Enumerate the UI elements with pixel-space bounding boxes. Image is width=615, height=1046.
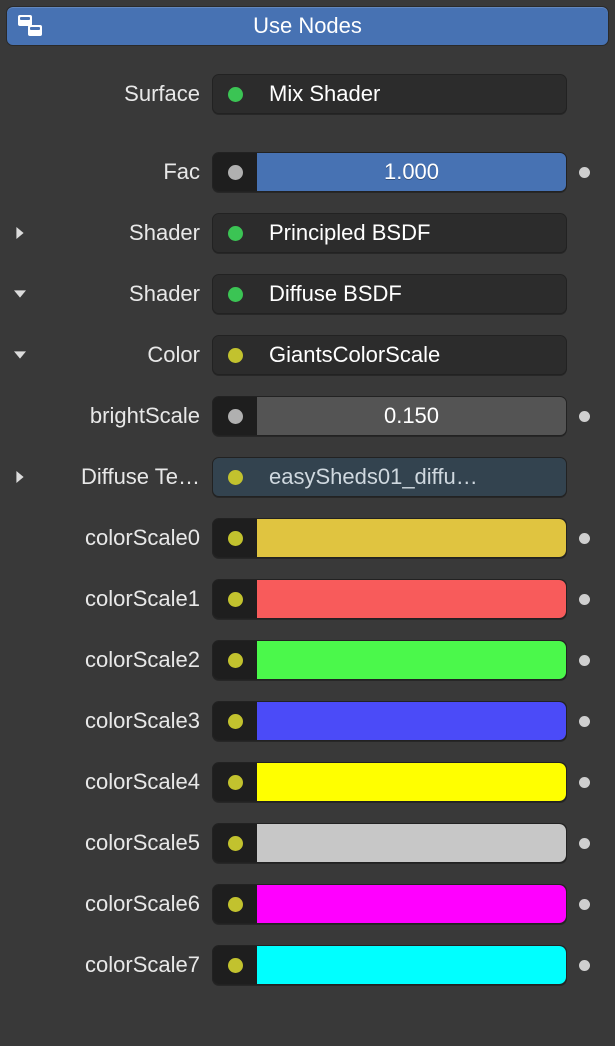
chevron-down-icon — [14, 288, 26, 300]
color-socket-icon — [228, 897, 243, 912]
colorscale3-label: colorScale3 — [48, 708, 212, 734]
color-label: Color — [48, 342, 212, 368]
colorscale3-swatch[interactable] — [212, 701, 567, 741]
expand-toggle[interactable] — [14, 288, 48, 300]
chevron-right-icon — [14, 227, 26, 239]
diffuse-tex-value: easySheds01_diffu… — [257, 458, 566, 496]
expand-toggle[interactable] — [14, 227, 48, 239]
color-swatch — [257, 702, 566, 740]
input-socket-icon[interactable] — [579, 533, 590, 544]
input-socket-icon[interactable] — [579, 960, 590, 971]
value-socket-icon — [228, 165, 243, 180]
color-value: GiantsColorScale — [257, 336, 566, 374]
diffuse-tex-node-button[interactable]: easySheds01_diffu… — [212, 457, 567, 497]
surface-label: Surface — [48, 81, 212, 107]
colorscale6-label: colorScale6 — [48, 891, 212, 917]
shader1-node-button[interactable]: Principled BSDF — [212, 213, 567, 253]
input-socket-icon[interactable] — [579, 838, 590, 849]
use-nodes-label: Use Nodes — [7, 13, 608, 39]
chevron-right-icon — [14, 471, 26, 483]
colorscale7-swatch[interactable] — [212, 945, 567, 985]
colorscale6-swatch[interactable] — [212, 884, 567, 924]
colorscale2-swatch[interactable] — [212, 640, 567, 680]
colorscale1-label: colorScale1 — [48, 586, 212, 612]
shader2-label: Shader — [48, 281, 212, 307]
input-socket-icon[interactable] — [579, 594, 590, 605]
node-socket-icon — [228, 287, 243, 302]
brightscale-label: brightScale — [48, 403, 212, 429]
color-socket-icon — [228, 714, 243, 729]
surface-node-button[interactable]: Mix Shader — [212, 74, 567, 114]
fac-slider[interactable]: 1.000 — [212, 152, 567, 192]
input-socket-icon[interactable] — [579, 777, 590, 788]
colorscale5-swatch[interactable] — [212, 823, 567, 863]
shader2-node-button[interactable]: Diffuse BSDF — [212, 274, 567, 314]
use-nodes-button[interactable]: Use Nodes — [6, 6, 609, 46]
surface-value: Mix Shader — [257, 75, 566, 113]
node-icon — [17, 13, 43, 39]
colorscale0-swatch[interactable] — [212, 518, 567, 558]
colorscale0-label: colorScale0 — [48, 525, 212, 551]
color-swatch — [257, 519, 566, 557]
value-socket-icon — [228, 409, 243, 424]
input-socket-icon[interactable] — [579, 899, 590, 910]
brightscale-slider[interactable]: 0.150 — [212, 396, 567, 436]
color-node-button[interactable]: GiantsColorScale — [212, 335, 567, 375]
input-socket-icon[interactable] — [579, 655, 590, 666]
colorscale4-swatch[interactable] — [212, 762, 567, 802]
color-swatch — [257, 824, 566, 862]
colorscale1-swatch[interactable] — [212, 579, 567, 619]
colorscale2-label: colorScale2 — [48, 647, 212, 673]
colorscale7-label: colorScale7 — [48, 952, 212, 978]
node-socket-icon — [228, 348, 243, 363]
color-socket-icon — [228, 836, 243, 851]
fac-value: 1.000 — [257, 153, 566, 191]
color-swatch — [257, 641, 566, 679]
input-socket-icon[interactable] — [579, 167, 590, 178]
diffuse-tex-label: Diffuse Te… — [48, 464, 212, 490]
color-swatch — [257, 763, 566, 801]
expand-toggle[interactable] — [14, 471, 48, 483]
expand-toggle[interactable] — [14, 349, 48, 361]
input-socket-icon[interactable] — [579, 411, 590, 422]
colorscale4-label: colorScale4 — [48, 769, 212, 795]
input-socket-icon[interactable] — [579, 716, 590, 727]
chevron-down-icon — [14, 349, 26, 361]
colorscale5-label: colorScale5 — [48, 830, 212, 856]
color-swatch — [257, 580, 566, 618]
node-socket-icon — [228, 87, 243, 102]
node-socket-icon — [228, 226, 243, 241]
color-swatch — [257, 946, 566, 984]
color-swatch — [257, 885, 566, 923]
shader2-value: Diffuse BSDF — [257, 275, 566, 313]
fac-label: Fac — [48, 159, 212, 185]
color-socket-icon — [228, 775, 243, 790]
shader1-label: Shader — [48, 220, 212, 246]
brightscale-value: 0.150 — [257, 397, 566, 435]
color-socket-icon — [228, 653, 243, 668]
node-panel: Surface Mix Shader Fac 1.000 Shader — [0, 46, 615, 1016]
color-socket-icon — [228, 531, 243, 546]
node-socket-icon — [228, 470, 243, 485]
shader1-value: Principled BSDF — [257, 214, 566, 252]
color-socket-icon — [228, 958, 243, 973]
color-socket-icon — [228, 592, 243, 607]
